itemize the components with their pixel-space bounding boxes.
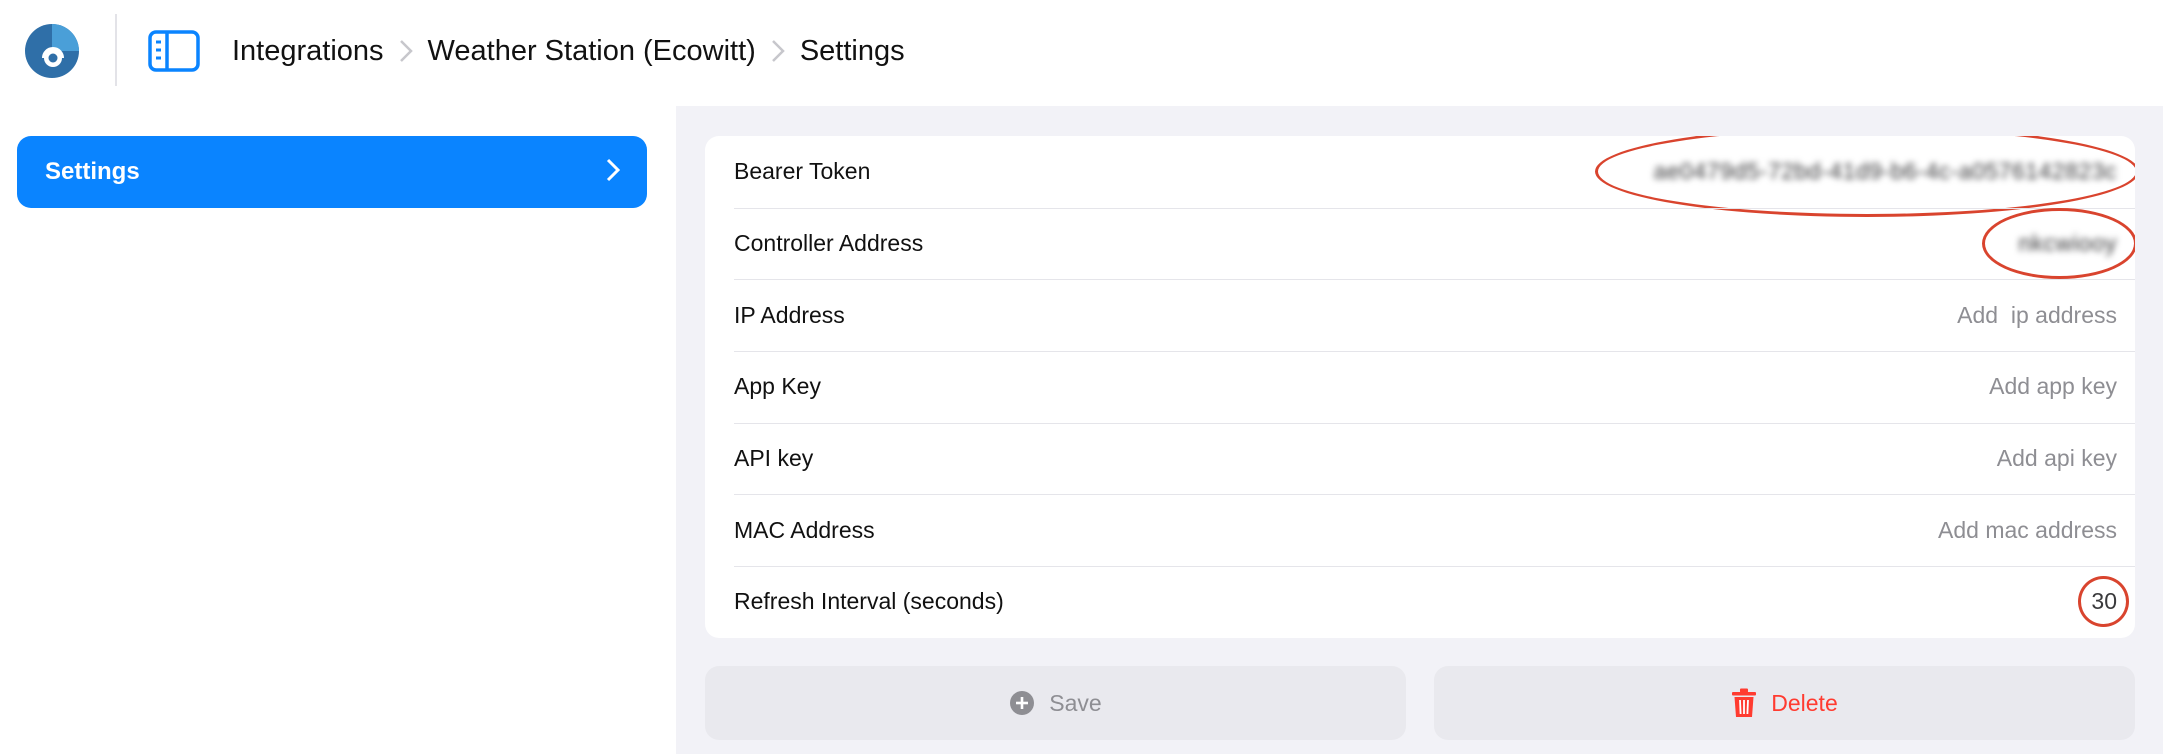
mac-address-label: MAC Address	[734, 516, 875, 543]
chevron-right-icon	[391, 30, 421, 72]
api-key-row[interactable]: API key Add api key	[705, 422, 2135, 495]
chevron-right-icon	[763, 30, 793, 72]
delete-button-label: Delete	[1771, 689, 1838, 716]
header-divider	[115, 14, 117, 86]
mac-address-field[interactable]: Add mac address	[1938, 517, 2117, 544]
settings-list: Bearer Token ae0479d5-72bd-41d9-b6-4c-a0…	[705, 136, 2135, 638]
bearer-token-label: Bearer Token	[734, 158, 871, 185]
breadcrumb-settings: Settings	[799, 34, 905, 67]
sidebar-toggle-icon[interactable]	[148, 30, 200, 72]
sidebar-item-label: Settings	[45, 158, 140, 185]
chameleon-logo-icon[interactable]	[22, 20, 82, 80]
ip-address-label: IP Address	[734, 301, 845, 328]
refresh-interval-row[interactable]: Refresh Interval (seconds) 30	[705, 566, 2135, 638]
action-bar: Save Delete	[705, 666, 2135, 740]
ip-address-row[interactable]: IP Address Add ip address	[705, 279, 2135, 351]
breadcrumb: Integrations Weather Station (Ecowitt) S…	[232, 30, 905, 72]
api-key-label: API key	[734, 445, 814, 472]
bearer-token-row[interactable]: Bearer Token ae0479d5-72bd-41d9-b6-4c-a0…	[705, 136, 2135, 218]
annotation-circle: 30	[2078, 576, 2129, 628]
delete-button[interactable]: Delete	[1434, 666, 2135, 740]
main-content: Bearer Token ae0479d5-72bd-41d9-b6-4c-a0…	[676, 106, 2163, 754]
app-key-row[interactable]: App Key Add app key	[705, 351, 2135, 423]
bearer-token-value[interactable]: ae0479d5-72bd-41d9-b6-4c-a0576142823c	[1653, 158, 2117, 184]
api-key-field[interactable]: Add api key	[1997, 445, 2117, 472]
controller-address-label: Controller Address	[734, 230, 924, 257]
app-key-field[interactable]: Add app key	[1989, 373, 2117, 400]
top-bar: Integrations Weather Station (Ecowitt) S…	[0, 0, 2163, 106]
save-button-label: Save	[1049, 689, 1102, 716]
controller-address-value[interactable]: nkcwiooy	[2018, 230, 2117, 256]
sidebar-item-settings[interactable]: Settings	[17, 136, 647, 208]
refresh-interval-label: Refresh Interval (seconds)	[734, 588, 1004, 615]
trash-icon	[1731, 688, 1757, 718]
plus-circle-icon	[1009, 690, 1035, 716]
annotation-circle: ae0479d5-72bd-41d9-b6-4c-a0576142823c	[1595, 136, 2135, 218]
annotation-circle: nkcwiooy	[1982, 208, 2135, 280]
refresh-interval-value[interactable]: 30	[2091, 588, 2117, 614]
app-key-label: App Key	[734, 373, 821, 400]
breadcrumb-weather-station[interactable]: Weather Station (Ecowitt)	[428, 35, 756, 68]
controller-address-row[interactable]: Controller Address nkcwiooy	[705, 207, 2135, 280]
sidebar: Settings	[0, 106, 676, 754]
chevron-right-icon	[603, 155, 623, 190]
ip-address-field[interactable]: Add ip address	[1957, 302, 2117, 329]
save-button[interactable]: Save	[705, 666, 1406, 740]
breadcrumb-integrations[interactable]: Integrations	[232, 35, 384, 68]
mac-address-row[interactable]: MAC Address Add mac address	[705, 494, 2135, 566]
